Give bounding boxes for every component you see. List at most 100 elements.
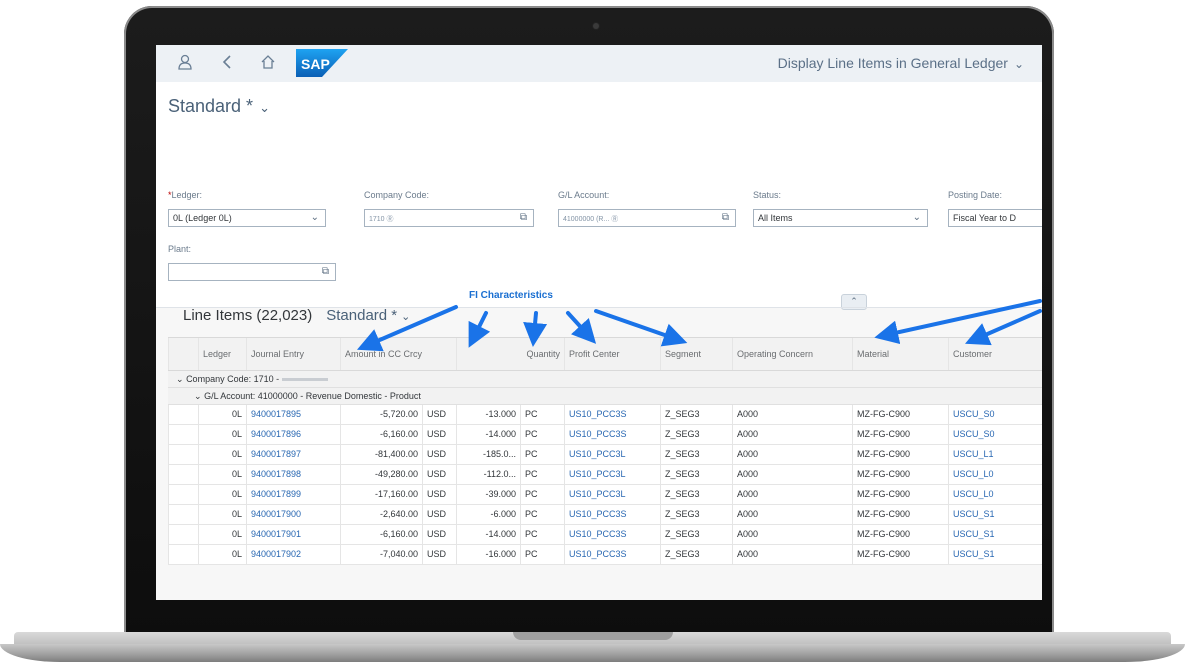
quantity-cell: -112.0... xyxy=(456,465,520,484)
profit-center-link[interactable]: US10_PCC3L xyxy=(564,445,660,464)
row-selector[interactable] xyxy=(168,445,198,464)
laptop-notch xyxy=(513,632,673,640)
value-help-icon[interactable]: ⧉ xyxy=(722,210,729,226)
profit-center-link[interactable]: US10_PCC3S xyxy=(564,425,660,444)
column-header-journal-entry[interactable]: Journal Entry xyxy=(246,338,340,370)
customer-link[interactable]: USCU_L0 xyxy=(948,485,1042,504)
column-header-amount[interactable]: Amount in CC Crcy xyxy=(340,338,456,370)
row-selector[interactable] xyxy=(168,545,198,564)
ledger-select[interactable]: 0L (Ledger 0L) ⌄ xyxy=(168,209,326,227)
customer-link[interactable]: USCU_L0 xyxy=(948,465,1042,484)
column-header-profit-center[interactable]: Profit Center xyxy=(564,338,660,370)
table-row[interactable]: 0L 9400017899 -17,160.00 USD -39.000 PC US10_P… xyxy=(168,485,1042,505)
ledger-label: *Ledger: xyxy=(168,190,203,200)
amount-cell: -49,280.00 xyxy=(340,465,422,484)
value-help-icon[interactable]: ⧉ xyxy=(322,264,329,280)
customer-link[interactable]: USCU_S0 xyxy=(948,405,1042,424)
operating-concern-cell: A000 xyxy=(732,545,852,564)
table-row[interactable]: 0L 9400017900 -2,640.00 USD -6.000 PC US10_PCC… xyxy=(168,505,1042,525)
table-header-row: Ledger Journal Entry Amount in CC Crcy Q… xyxy=(168,337,1042,371)
column-header-customer[interactable]: Customer xyxy=(948,338,1042,370)
unit-cell: PC xyxy=(520,425,564,444)
operating-concern-cell: A000 xyxy=(732,525,852,544)
row-selector[interactable] xyxy=(168,485,198,504)
status-select[interactable]: All Items ⌄ xyxy=(753,209,928,227)
chevron-up-icon: ⌃ xyxy=(850,296,858,306)
journal-entry-link[interactable]: 9400017897 xyxy=(246,445,340,464)
amount-cell: -7,040.00 xyxy=(340,545,422,564)
customer-link[interactable]: USCU_S0 xyxy=(948,425,1042,444)
journal-entry-link[interactable]: 9400017899 xyxy=(246,485,340,504)
variant-management[interactable]: Standard * ⌄ xyxy=(168,96,270,117)
column-header-material[interactable]: Material xyxy=(852,338,948,370)
group-row-gl-account[interactable]: ⌄ G/L Account: 41000000 - Revenue Domest… xyxy=(168,388,1042,405)
journal-entry-link[interactable]: 9400017896 xyxy=(246,425,340,444)
company-code-input[interactable]: 1710 Ⓡ ⧉ xyxy=(364,209,534,227)
plant-label: Plant: xyxy=(168,244,192,254)
profit-center-link[interactable]: US10_PCC3L xyxy=(564,465,660,484)
table-row[interactable]: 0L 9400017901 -6,160.00 USD -14.000 PC US10_PC… xyxy=(168,525,1042,545)
customer-link[interactable]: USCU_S1 xyxy=(948,525,1042,544)
ledger-cell: 0L xyxy=(198,405,246,424)
material-cell: MZ-FG-C900 xyxy=(852,485,948,504)
svg-text:SAP: SAP xyxy=(301,56,330,72)
amount-cell: -17,160.00 xyxy=(340,485,422,504)
operating-concern-cell: A000 xyxy=(732,445,852,464)
unit-cell: PC xyxy=(520,525,564,544)
gl-account-token[interactable]: 41000000 (R... xyxy=(563,216,609,223)
company-code-token[interactable]: 1710 xyxy=(369,216,385,223)
table-variant[interactable]: Standard * ⌄ xyxy=(326,307,410,324)
table-row[interactable]: 0L 9400017902 -7,040.00 USD -16.000 PC US10_PC… xyxy=(168,545,1042,565)
chevron-down-icon: ⌄ xyxy=(194,391,202,401)
table-body: 0L 9400017895 -5,720.00 USD -13.000 PC US10_PC… xyxy=(168,405,1042,565)
row-selector[interactable] xyxy=(168,525,198,544)
row-selector[interactable] xyxy=(168,405,198,424)
column-header-operating-concern[interactable]: Operating Concern xyxy=(732,338,852,370)
profit-center-link[interactable]: US10_PCC3S xyxy=(564,525,660,544)
journal-entry-link[interactable]: 9400017895 xyxy=(246,405,340,424)
customer-link[interactable]: USCU_S1 xyxy=(948,545,1042,564)
chevron-down-icon: ⌄ xyxy=(310,212,319,223)
quantity-cell: -13.000 xyxy=(456,405,520,424)
column-header-ledger[interactable]: Ledger xyxy=(198,338,246,370)
group-row-company-code[interactable]: ⌄ Company Code: 1710 - xyxy=(168,371,1042,388)
column-header-quantity[interactable]: Quantity xyxy=(456,338,564,370)
journal-entry-link[interactable]: 9400017900 xyxy=(246,505,340,524)
amount-cell: -2,640.00 xyxy=(340,505,422,524)
table-row[interactable]: 0L 9400017896 -6,160.00 USD -14.000 PC US10_PC… xyxy=(168,425,1042,445)
table-row[interactable]: 0L 9400017895 -5,720.00 USD -13.000 PC US10_PC… xyxy=(168,405,1042,425)
posting-date-select[interactable]: Fiscal Year to D xyxy=(948,209,1042,227)
value-help-icon[interactable]: ⧉ xyxy=(520,210,527,226)
table-row[interactable]: 0L 9400017898 -49,280.00 USD -112.0... PC US10… xyxy=(168,465,1042,485)
row-selector[interactable] xyxy=(168,425,198,444)
row-selector[interactable] xyxy=(168,465,198,484)
blurred-company-name xyxy=(281,378,328,382)
company-code-label: Company Code: xyxy=(364,190,430,200)
material-cell: MZ-FG-C900 xyxy=(852,465,948,484)
journal-entry-link[interactable]: 9400017901 xyxy=(246,525,340,544)
profit-center-link[interactable]: US10_PCC3L xyxy=(564,485,660,504)
home-icon[interactable] xyxy=(259,54,277,72)
profit-center-link[interactable]: US10_PCC3S xyxy=(564,505,660,524)
user-icon[interactable] xyxy=(176,54,194,72)
gl-account-input[interactable]: 41000000 (R... Ⓡ ⧉ xyxy=(558,209,736,227)
plant-input[interactable]: ⧉ xyxy=(168,263,336,281)
app-title[interactable]: Display Line Items in General Ledger ⌄ xyxy=(778,55,1024,71)
customer-link[interactable]: USCU_S1 xyxy=(948,505,1042,524)
amount-cell: -81,400.00 xyxy=(340,445,422,464)
journal-entry-link[interactable]: 9400017902 xyxy=(246,545,340,564)
ledger-cell: 0L xyxy=(198,425,246,444)
back-icon[interactable] xyxy=(218,54,236,72)
profit-center-link[interactable]: US10_PCC3S xyxy=(564,545,660,564)
journal-entry-link[interactable]: 9400017898 xyxy=(246,465,340,484)
webcam xyxy=(593,23,599,29)
column-header-segment[interactable]: Segment xyxy=(660,338,732,370)
table-row[interactable]: 0L 9400017897 -81,400.00 USD -185.0... PC US10… xyxy=(168,445,1042,465)
select-column-header[interactable] xyxy=(168,338,198,370)
app-title-text: Display Line Items in General Ledger xyxy=(777,55,1008,71)
sap-logo[interactable]: SAP xyxy=(296,49,348,77)
profit-center-link[interactable]: US10_PCC3S xyxy=(564,405,660,424)
status-label: Status: xyxy=(753,190,782,200)
row-selector[interactable] xyxy=(168,505,198,524)
customer-link[interactable]: USCU_L1 xyxy=(948,445,1042,464)
